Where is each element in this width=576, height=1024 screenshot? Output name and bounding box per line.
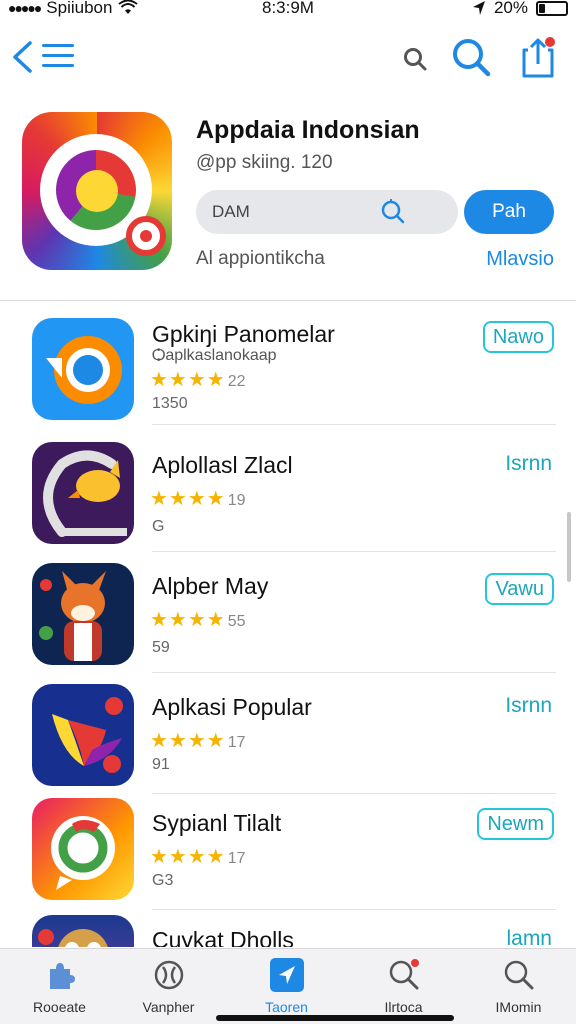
featured-app-link[interactable]: Mlavsio (486, 248, 554, 271)
featured-app-caption: Al appiontikcha (196, 248, 325, 269)
app-name: Aplkasi Popular (152, 694, 312, 720)
featured-field-value: DAM (212, 202, 250, 221)
battery-percent: 20% (493, 0, 528, 17)
rating-value: 17 (227, 850, 246, 867)
app-name: Aplollasl Zlacl (152, 452, 293, 478)
chat-ring-icon (32, 798, 134, 900)
featured-app-icon[interactable] (22, 112, 172, 270)
search-icon[interactable] (378, 198, 406, 226)
app-developer: Ѻaplkaslanokaap (152, 347, 277, 364)
cat-arc-icon (32, 442, 134, 544)
top-toolbar (0, 24, 576, 90)
app-meta: 91 (152, 756, 170, 773)
bird-flame-icon (32, 684, 134, 786)
app-action-button[interactable]: Nawo (482, 321, 554, 353)
rating-value: 22 (227, 373, 246, 390)
tab-imomin[interactable]: IMomin (461, 949, 576, 1024)
menu-icon[interactable] (42, 44, 74, 70)
status-right: 20% (472, 0, 568, 18)
app-meta: G3 (152, 872, 174, 889)
featured-app-title: Appdaia Indonsian (196, 116, 420, 144)
app-name: Sypianl Tilalt (152, 810, 282, 836)
tab-vanpher[interactable]: Vanpher (111, 949, 226, 1024)
character-icon (32, 915, 134, 947)
rating-stars: ★★★★ 17 (150, 730, 246, 752)
battery-icon (536, 0, 568, 16)
tab-label: IMomin (495, 999, 542, 1015)
tab-label: Rooeate (33, 999, 86, 1015)
share-icon[interactable] (520, 34, 558, 78)
app-meta: 59 (152, 639, 170, 656)
tab-label: Vanpher (142, 999, 195, 1015)
carrier-label: Spiiubon (46, 0, 113, 17)
app-name: Cuykat Dholls (152, 927, 294, 947)
clock: 8:3:9M (262, 0, 314, 17)
signal-icon: ●●●●● (8, 0, 42, 16)
status-left: ●●●●● Spiiubon (8, 0, 139, 18)
tab-taoren[interactable]: Taoren (229, 949, 344, 1024)
rating-value: 17 (227, 734, 246, 751)
app-list: Gpkiŋi Panomelar Ѻaplkaslanokaap ★★★★ 22 … (0, 305, 576, 947)
wifi-icon (118, 0, 139, 14)
gamepad-icon (154, 960, 184, 990)
app-action-link[interactable]: Isrnn (505, 452, 552, 476)
app-name: Alpber May (152, 573, 269, 599)
scrollbar[interactable] (567, 512, 571, 582)
list-item[interactable]: Alpber May ★★★★ 55 59 Vawu (0, 553, 576, 673)
section-divider (0, 300, 576, 301)
tab-rooeate[interactable]: Rooeate (2, 949, 117, 1024)
location-arrow-icon (472, 1, 485, 15)
list-item[interactable]: Sypianl Tilalt ★★★★ 17 G3 Newm (0, 790, 576, 910)
puzzle-icon (50, 963, 75, 989)
back-icon[interactable] (10, 40, 36, 74)
app-name: Gpkiŋi Panomelar (152, 321, 335, 347)
list-item[interactable]: Aplkasi Popular ★★★★ 17 91 Isrnn (0, 674, 576, 794)
home-indicator[interactable] (216, 1015, 454, 1021)
app-action-link[interactable]: Isrnn (505, 694, 552, 718)
rating-value: 19 (227, 492, 246, 509)
featured-search-field[interactable]: DAM (196, 190, 458, 234)
featured-app-subtitle: @pp skiing. 120 (196, 152, 333, 173)
rating-value: 55 (227, 613, 246, 630)
chrome-style-icon (32, 318, 134, 420)
list-item[interactable]: Cuykat Dholls lamn (0, 907, 576, 947)
get-button[interactable]: Pah (464, 190, 554, 234)
search-icon[interactable] (402, 46, 428, 72)
app-action-link[interactable]: lamn (506, 927, 552, 947)
search-icon (504, 960, 534, 990)
fox-character-icon (32, 563, 134, 665)
app-action-button[interactable]: Vawu (485, 573, 554, 605)
search-button-icon[interactable] (450, 36, 492, 78)
list-item[interactable]: Aplollasl Zlacl ★★★★ 19 G Isrnn (0, 432, 576, 552)
app-meta: 1350 (152, 395, 188, 412)
app-meta: G (152, 518, 165, 535)
rating-stars: ★★★★ 19 (150, 488, 246, 510)
tab-bar: Rooeate Vanpher Taoren Ilrtoca IMomin (0, 948, 576, 1024)
tab-label: Ilrtoca (384, 999, 423, 1015)
navigate-icon (270, 958, 304, 992)
tab-ilrtoca[interactable]: Ilrtoca (346, 949, 461, 1024)
rating-stars: ★★★★ 22 (150, 369, 246, 391)
rating-stars: ★★★★ 55 (150, 609, 246, 631)
search-icon (389, 959, 419, 990)
tab-label: Taoren (265, 999, 308, 1015)
rating-stars: ★★★★ 17 (150, 846, 246, 868)
app-action-button[interactable]: Newm (477, 808, 554, 840)
status-bar: ●●●●● Spiiubon 8:3:9M 20% (0, 0, 576, 20)
list-item[interactable]: Gpkiŋi Panomelar Ѻaplkaslanokaap ★★★★ 22 … (0, 305, 576, 425)
